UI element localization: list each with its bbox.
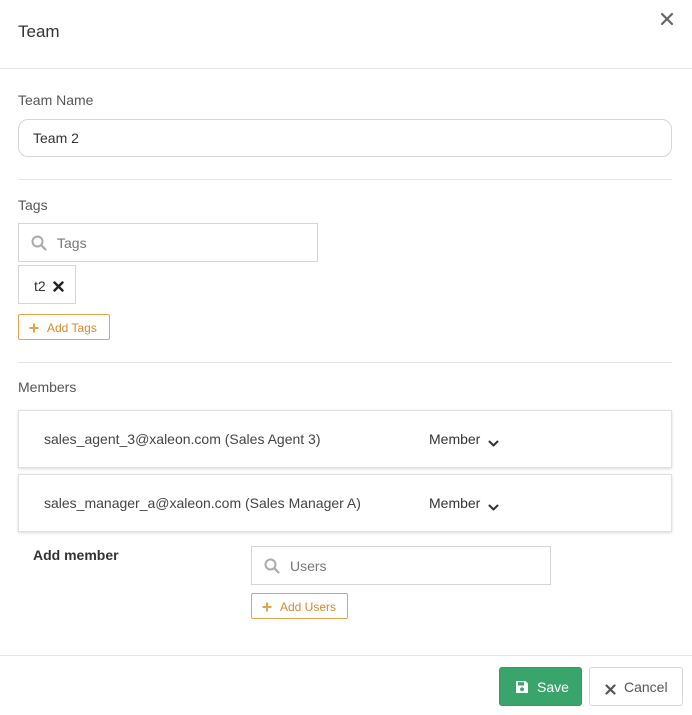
team-modal: Team Team Name Tags t2 Add Tags Members … <box>0 0 692 714</box>
chevron-down-icon[interactable] <box>488 499 499 511</box>
add-tags-label: Add Tags <box>47 321 97 335</box>
tag-chip-label: t2 <box>34 278 46 294</box>
member-row: sales_agent_3@xaleon.com (Sales Agent 3)… <box>18 410 672 468</box>
modal-title: Team <box>18 22 60 41</box>
cancel-label: Cancel <box>624 679 668 695</box>
member-email: sales_manager_a@xaleon.com (Sales Manage… <box>44 495 361 511</box>
add-users-button[interactable]: Add Users <box>251 593 348 619</box>
divider <box>18 362 672 363</box>
add-users-label: Add Users <box>280 600 337 614</box>
tag-chip: t2 <box>18 265 76 304</box>
tags-search-input[interactable] <box>57 224 307 261</box>
remove-tag-icon[interactable] <box>53 279 64 292</box>
member-email: sales_agent_3@xaleon.com (Sales Agent 3) <box>44 431 321 447</box>
cancel-button[interactable]: Cancel <box>589 667 683 706</box>
add-member-label: Add member <box>33 547 119 563</box>
close-icon[interactable] <box>660 12 674 26</box>
team-name-label: Team Name <box>18 92 94 108</box>
users-search-input[interactable] <box>290 547 540 584</box>
member-role-dropdown[interactable]: Member <box>429 431 480 447</box>
plus-icon <box>29 322 39 333</box>
member-role-dropdown[interactable]: Member <box>429 495 480 511</box>
member-row: sales_manager_a@xaleon.com (Sales Manage… <box>18 474 672 532</box>
tags-label: Tags <box>18 197 48 213</box>
search-icon <box>264 558 280 574</box>
save-label: Save <box>537 679 569 695</box>
members-label: Members <box>18 379 77 395</box>
floppy-disk-icon <box>515 680 529 694</box>
chevron-down-icon[interactable] <box>488 435 499 447</box>
team-name-input[interactable] <box>18 119 672 157</box>
save-button[interactable]: Save <box>499 667 582 706</box>
tags-search-field[interactable] <box>18 223 318 262</box>
divider <box>18 179 672 180</box>
plus-icon <box>262 601 272 612</box>
close-icon <box>605 682 616 695</box>
modal-header: Team <box>0 0 692 69</box>
users-search-field[interactable] <box>251 546 551 585</box>
add-tags-button[interactable]: Add Tags <box>18 314 110 340</box>
search-icon <box>31 235 47 251</box>
